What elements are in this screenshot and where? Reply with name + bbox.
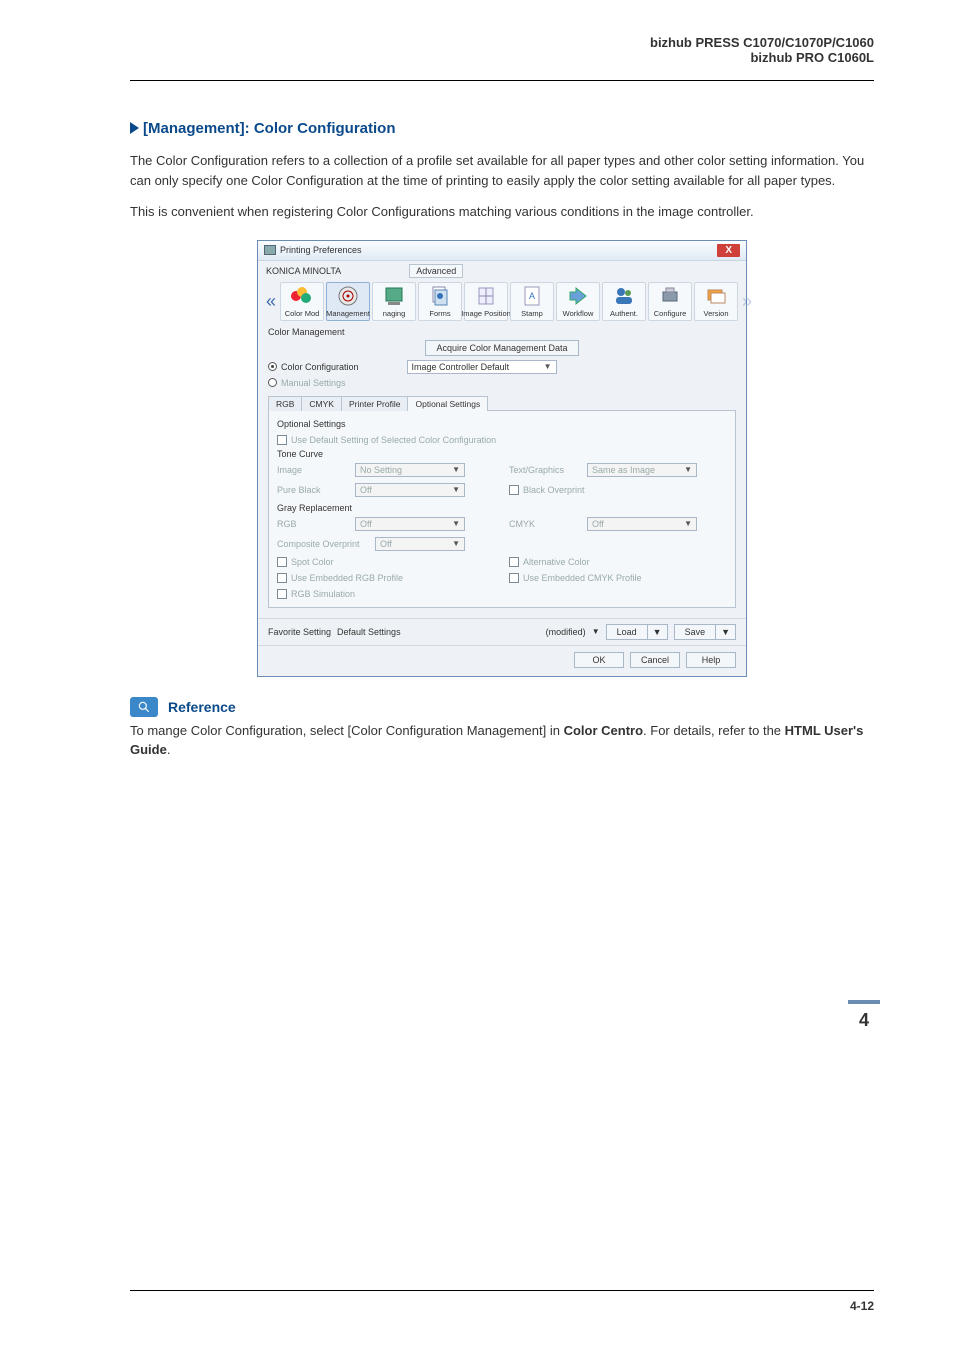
footer-page-number: 4-12 — [850, 1299, 874, 1313]
header-line1: bizhub PRESS C1070/C1070P/C1060 — [650, 35, 874, 50]
users-icon — [612, 285, 636, 307]
modified-indicator: (modified) — [546, 627, 586, 637]
gr-rgb-label: RGB — [277, 519, 349, 529]
save-button[interactable]: Save▼ — [674, 624, 736, 640]
textgraphics-select: Same as Image▼ — [587, 463, 697, 477]
reference-text: To mange Color Configuration, select [Co… — [130, 721, 874, 760]
ok-button[interactable]: OK — [574, 652, 624, 668]
inner-tab-optional[interactable]: Optional Settings — [407, 396, 488, 411]
tone-curve-label: Tone Curve — [277, 449, 727, 459]
tab-imaging[interactable]: naging — [372, 282, 416, 321]
alt-color-label: Alternative Color — [523, 557, 590, 567]
gr-cmyk-label: CMYK — [509, 519, 581, 529]
checkbox-use-default — [277, 435, 287, 445]
checkbox-alt-color — [509, 557, 519, 567]
reference-label: Reference — [168, 699, 236, 715]
acquire-color-mgmt-button[interactable]: Acquire Color Management Data — [425, 340, 578, 356]
checkbox-black-overprint — [509, 485, 519, 495]
page-header: bizhub PRESS C1070/C1070P/C1060 bizhub P… — [650, 35, 874, 65]
image-select: No Setting▼ — [355, 463, 465, 477]
main-tabs-row: « Color Mod Management naging Forms — [258, 278, 746, 323]
radio-manual-settings-label: Manual Settings — [281, 378, 346, 388]
cancel-button[interactable]: Cancel — [630, 652, 680, 668]
inner-tab-printer-profile[interactable]: Printer Profile — [341, 396, 409, 411]
tabs-right-arrow-icon[interactable]: » — [740, 291, 754, 312]
triangle-icon — [130, 122, 139, 134]
use-default-label: Use Default Setting of Selected Color Co… — [291, 435, 496, 445]
radio-color-configuration-label: Color Configuration — [281, 362, 359, 372]
header-line2: bizhub PRO C1060L — [650, 50, 874, 65]
tab-forms[interactable]: Forms — [418, 282, 462, 321]
chapter-number: 4 — [848, 1010, 880, 1031]
printing-preferences-dialog: Printing Preferences X KONICA MINOLTA Ad… — [257, 240, 747, 677]
gr-rgb-select: Off▼ — [355, 517, 465, 531]
composite-overprint-label: Composite Overprint — [277, 539, 369, 549]
header-rule — [130, 80, 874, 81]
workflow-icon — [566, 285, 590, 307]
color-config-select[interactable]: Image Controller Default▼ — [407, 360, 557, 374]
tabs-left-arrow-icon[interactable]: « — [264, 291, 278, 312]
help-button[interactable]: Help — [686, 652, 736, 668]
imaging-icon — [382, 285, 406, 307]
favorite-setting-label: Favorite Setting — [268, 627, 331, 637]
stamp-icon: A — [520, 285, 544, 307]
tab-image-position[interactable]: Image Position — [464, 282, 508, 321]
chevron-down-icon: ▼ — [544, 362, 552, 371]
rgb-simulation-label: RGB Simulation — [291, 589, 355, 599]
inner-tab-rgb[interactable]: RGB — [268, 396, 302, 411]
tab-management[interactable]: Management — [326, 282, 370, 321]
tab-authent[interactable]: Authent. — [602, 282, 646, 321]
black-overprint-label: Black Overprint — [523, 485, 585, 495]
inner-tabs: RGB CMYK Printer Profile Optional Settin… — [268, 396, 736, 411]
reference-icon — [130, 697, 158, 717]
dialog-title: Printing Preferences — [280, 245, 362, 255]
footer-rule — [130, 1290, 874, 1291]
pure-black-label: Pure Black — [277, 485, 349, 495]
group-color-management: Color Management — [268, 327, 736, 337]
tab-color-mode[interactable]: Color Mod — [280, 282, 324, 321]
forms-icon — [428, 285, 452, 307]
checkbox-spot-color — [277, 557, 287, 567]
printer-icon — [264, 245, 276, 255]
konica-label: KONICA MINOLTA — [266, 266, 341, 276]
radio-manual-settings[interactable] — [268, 378, 277, 387]
favorite-setting-value: Default Settings — [337, 627, 401, 637]
embedded-cmyk-label: Use Embedded CMYK Profile — [523, 573, 642, 583]
layers-icon — [704, 285, 728, 307]
composite-overprint-select: Off▼ — [375, 537, 465, 551]
checkbox-embedded-rgb — [277, 573, 287, 583]
palette-icon — [290, 285, 314, 307]
paragraph-1: The Color Configuration refers to a coll… — [130, 151, 874, 190]
section-heading: [Management]: Color Configuration — [130, 120, 874, 137]
load-button[interactable]: Load▼ — [606, 624, 668, 640]
checkbox-rgb-simulation — [277, 589, 287, 599]
tab-workflow[interactable]: Workflow — [556, 282, 600, 321]
management-icon — [336, 285, 360, 307]
radio-color-configuration[interactable] — [268, 362, 277, 371]
gr-cmyk-select: Off▼ — [587, 517, 697, 531]
embedded-rgb-label: Use Embedded RGB Profile — [291, 573, 403, 583]
tab-version[interactable]: Version — [694, 282, 738, 321]
gray-replacement-label: Gray Replacement — [277, 503, 727, 513]
advanced-tab[interactable]: Advanced — [409, 264, 463, 278]
optional-title: Optional Settings — [277, 419, 727, 429]
paragraph-2: This is convenient when registering Colo… — [130, 202, 874, 222]
titlebar: Printing Preferences X — [258, 241, 746, 261]
image-position-icon — [474, 285, 498, 307]
image-label: Image — [277, 465, 349, 475]
printer-outline-icon — [658, 285, 682, 307]
inner-tab-cmyk[interactable]: CMYK — [301, 396, 342, 411]
chevron-down-icon[interactable]: ▼ — [592, 627, 600, 636]
tab-configure[interactable]: Configure — [648, 282, 692, 321]
checkbox-embedded-cmyk — [509, 573, 519, 583]
side-page-marker: 4 — [848, 1000, 880, 1031]
optional-settings-panel: Optional Settings Use Default Setting of… — [268, 410, 736, 608]
spot-color-label: Spot Color — [291, 557, 334, 567]
section-heading-text: [Management]: Color Configuration — [143, 120, 395, 137]
tab-stamp[interactable]: A Stamp — [510, 282, 554, 321]
textgraphics-label: Text/Graphics — [509, 465, 581, 475]
close-button[interactable]: X — [717, 244, 740, 257]
svg-text:A: A — [529, 291, 535, 301]
pure-black-select: Off▼ — [355, 483, 465, 497]
